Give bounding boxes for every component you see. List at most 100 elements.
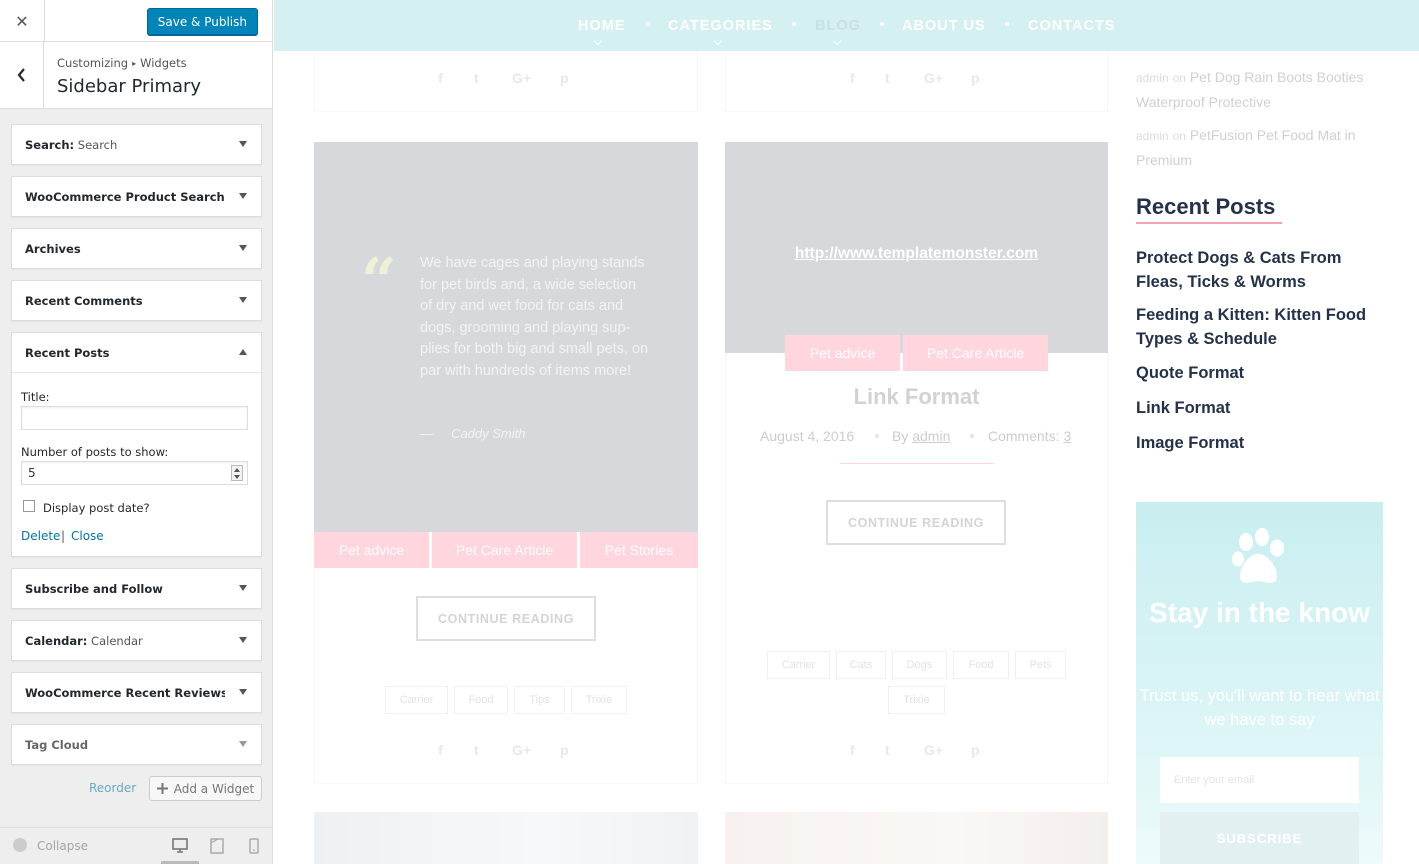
chevron-down-icon	[593, 36, 603, 46]
facebook-icon[interactable]: f	[850, 742, 855, 758]
continue-reading-button[interactable]: CONTINUE READING	[416, 596, 596, 641]
comment-post-link[interactable]: Pet Dog Rain Boots Booties Waterproof Pr…	[1136, 69, 1363, 110]
display-date-checkbox[interactable]	[23, 500, 35, 512]
email-input[interactable]: Enter your email	[1160, 757, 1359, 803]
pinterest-icon[interactable]: p	[971, 70, 980, 86]
post-tag[interactable]: Dogs	[892, 651, 947, 679]
twitter-icon[interactable]: t	[885, 742, 890, 758]
add-widget-button[interactable]: Add a Widget	[149, 776, 262, 801]
twitter-icon[interactable]: t	[474, 742, 479, 758]
category-tag[interactable]: Pet Stories	[580, 532, 698, 568]
widget-search[interactable]: Search: Search	[11, 124, 262, 165]
category-tag[interactable]: Pet Care Article	[903, 335, 1048, 371]
category-tag[interactable]: Pet advice	[314, 532, 429, 568]
delete-widget-link[interactable]: Delete	[21, 529, 60, 543]
nav-about-us[interactable]: ABOUT US	[902, 18, 986, 34]
subscribe-button[interactable]: SUBSCRIBE	[1160, 812, 1359, 864]
number-of-posts-input[interactable]: 5	[21, 461, 248, 485]
widget-recent-posts[interactable]: Recent Posts Title: Number of posts to s…	[11, 332, 262, 557]
post-tag[interactable]: Trixie	[571, 686, 627, 714]
google-plus-icon[interactable]: G+	[512, 742, 531, 758]
nav-contacts[interactable]: CONTACTS	[1028, 18, 1115, 34]
by-label: By	[892, 428, 909, 444]
pinterest-icon[interactable]: p	[560, 742, 569, 758]
facebook-icon[interactable]: f	[438, 70, 443, 86]
post-tag[interactable]: Pets	[1015, 651, 1066, 679]
post-tag[interactable]: Carrier	[767, 651, 830, 679]
widget-tag-cloud[interactable]: Tag Cloud	[11, 724, 262, 765]
post-tag[interactable]: Tips	[514, 686, 565, 714]
expand-arrow-icon[interactable]	[239, 637, 247, 643]
post-tag[interactable]: Carrier	[385, 686, 448, 714]
category-tag[interactable]: Pet advice	[785, 335, 900, 371]
expand-arrow-icon[interactable]	[239, 689, 247, 695]
collapse-button[interactable]: Collapse	[37, 839, 88, 853]
google-plus-icon[interactable]: G+	[512, 70, 531, 86]
google-plus-icon[interactable]: G+	[924, 70, 943, 86]
nav-home[interactable]: HOME	[578, 18, 626, 34]
expand-arrow-icon[interactable]	[239, 141, 247, 147]
pinterest-icon[interactable]: p	[560, 70, 569, 86]
comment-author: admin	[1136, 129, 1169, 143]
save-publish-button[interactable]: Save & Publish	[146, 8, 258, 35]
expand-arrow-icon[interactable]	[239, 585, 247, 591]
widget-woocommerce-product-search[interactable]: WooCommerce Product Search	[11, 176, 262, 217]
close-customizer-button[interactable]: ✕	[0, 0, 45, 42]
link-separator: |	[61, 529, 66, 543]
widget-subscribe-follow[interactable]: Subscribe and Follow	[11, 568, 262, 609]
reorder-link[interactable]: Reorder	[89, 781, 136, 795]
expand-arrow-icon[interactable]	[239, 297, 247, 303]
expand-arrow-icon[interactable]	[239, 245, 247, 251]
recent-post-link[interactable]: Link Format	[1136, 396, 1386, 420]
section-header: Customizing ▸ Widgets Sidebar Primary	[0, 42, 272, 109]
recent-post-link[interactable]: Feeding a Kitten: Kitten Food Types & Sc…	[1136, 303, 1386, 351]
desktop-preview-icon[interactable]	[172, 838, 188, 853]
widget-recent-comments[interactable]: Recent Comments	[11, 280, 262, 321]
facebook-icon[interactable]: f	[850, 70, 855, 86]
widget-subtitle: Calendar	[87, 634, 143, 648]
breadcrumb-root: Customizing	[57, 56, 129, 70]
collapse-arrow-icon[interactable]	[239, 349, 247, 355]
tablet-preview-icon[interactable]	[210, 838, 224, 854]
expand-arrow-icon[interactable]	[239, 193, 247, 199]
post-tag[interactable]: Food	[454, 686, 508, 714]
widget-calendar[interactable]: Calendar: Calendar	[11, 620, 262, 661]
comments-count[interactable]: 3	[1063, 428, 1071, 444]
title-input[interactable]	[21, 406, 248, 430]
add-widget-label: Add a Widget	[173, 781, 255, 796]
close-widget-link[interactable]: Close	[71, 529, 104, 543]
nav-separator	[646, 22, 650, 26]
widget-archives[interactable]: Archives	[11, 228, 262, 269]
recent-post-link[interactable]: Protect Dogs & Cats From Fleas, Ticks & …	[1136, 246, 1386, 294]
next-post-thumbnail[interactable]	[725, 812, 1108, 864]
twitter-icon[interactable]: t	[885, 70, 890, 86]
facebook-icon[interactable]: f	[438, 742, 443, 758]
post-title[interactable]: Link Format	[725, 384, 1108, 410]
subscribe-title: Stay in the know	[1149, 597, 1370, 628]
comment-post-link[interactable]: PetFusion Pet Food Mat in Premium	[1136, 127, 1356, 168]
recent-posts-heading: Recent Posts	[1136, 194, 1276, 219]
recent-post-link[interactable]: Image Format	[1136, 431, 1386, 455]
continue-reading-button[interactable]: CONTINUE READING	[826, 500, 1006, 545]
google-plus-icon[interactable]: G+	[924, 742, 943, 758]
post-link-url[interactable]: http://www.templatemonster.com	[725, 245, 1108, 263]
nav-categories[interactable]: CATEGORIES	[668, 18, 773, 34]
post-tag[interactable]: Food	[953, 651, 1009, 679]
category-tag[interactable]: Pet Care Article	[432, 532, 577, 568]
recent-post-link[interactable]: Quote Format	[1136, 361, 1386, 385]
collapse-icon[interactable]	[13, 838, 27, 852]
number-spinner[interactable]	[231, 465, 243, 481]
expand-arrow-icon[interactable]	[239, 741, 247, 747]
breadcrumb-separator: ▸	[132, 59, 137, 68]
author-link[interactable]: admin	[912, 428, 950, 444]
post-tag[interactable]: Trixie	[888, 686, 945, 714]
pinterest-icon[interactable]: p	[971, 742, 980, 758]
nav-blog[interactable]: BLOG	[815, 18, 861, 34]
twitter-icon[interactable]: t	[474, 70, 479, 86]
back-button[interactable]	[0, 42, 44, 108]
mobile-preview-icon[interactable]	[249, 838, 259, 854]
widget-woocommerce-recent-reviews[interactable]: WooCommerce Recent Reviews: ...	[11, 672, 262, 713]
paw-icon	[1232, 528, 1284, 583]
next-post-thumbnail[interactable]	[314, 812, 698, 864]
post-tag[interactable]: Cats	[836, 651, 886, 679]
